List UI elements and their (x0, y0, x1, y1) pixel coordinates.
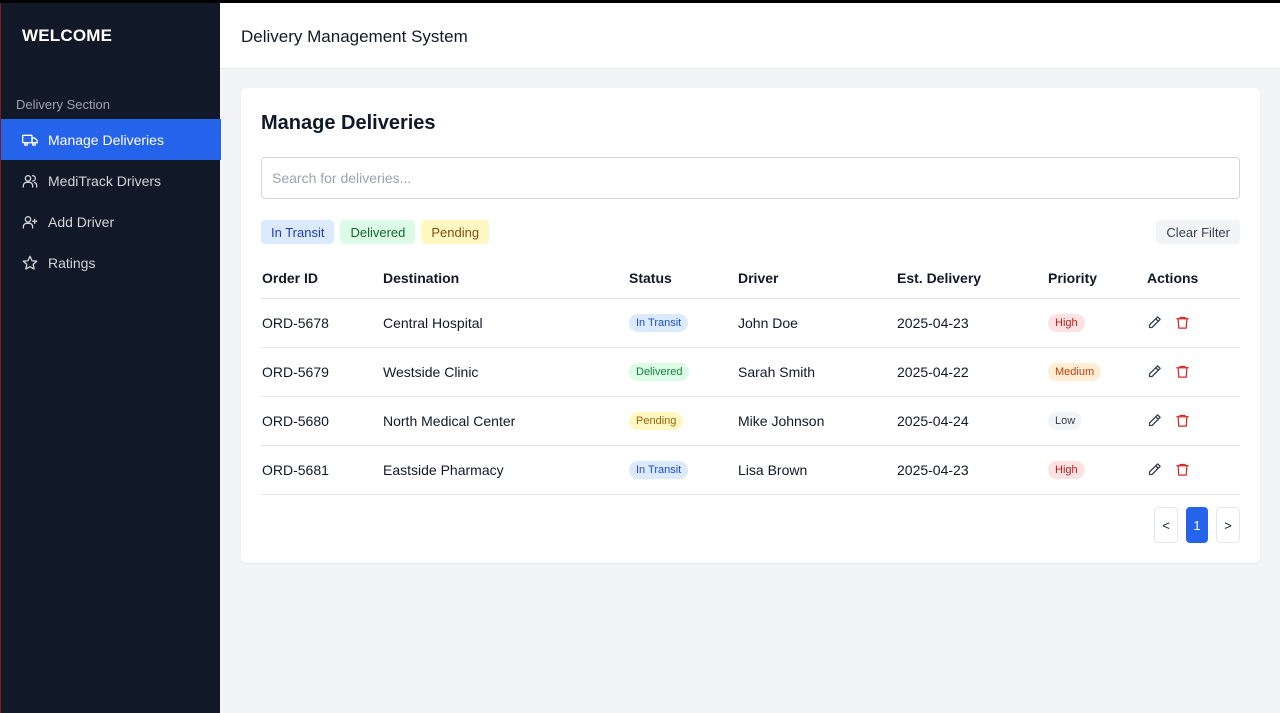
status-badge: Delivered (629, 363, 690, 381)
destination-cell: Westside Clinic (382, 347, 628, 397)
driver-cell: John Doe (737, 298, 896, 348)
est-delivery-cell: 2025-04-23 (896, 445, 1047, 495)
sidebar-item-ratings[interactable]: Ratings (1, 242, 221, 283)
sidebar-item-label: MediTrack Drivers (48, 172, 162, 189)
destination-cell: North Medical Center (382, 396, 628, 446)
order-id-cell: ORD-5678 (261, 298, 382, 348)
sidebar-item-add-driver[interactable]: Add Driver (1, 201, 221, 242)
trash-icon[interactable] (1175, 413, 1191, 429)
sidebar-item-label: Manage Deliveries (48, 131, 164, 148)
status-badge: Pending (629, 412, 684, 430)
est-delivery-cell: 2025-04-22 (896, 347, 1047, 397)
driver-cell: Lisa Brown (737, 445, 896, 495)
driver-cell: Sarah Smith (737, 347, 896, 397)
deliveries-table: Order ID Destination Status Driver Est. … (261, 258, 1240, 495)
order-id-cell: ORD-5681 (261, 445, 382, 495)
search-input[interactable] (261, 157, 1240, 199)
trash-icon[interactable] (1175, 364, 1191, 380)
brand-title: WELCOME (22, 26, 113, 45)
column-header-driver[interactable]: Driver (737, 258, 896, 299)
table-header-row: Order ID Destination Status Driver Est. … (261, 258, 1240, 299)
column-header-status[interactable]: Status (628, 258, 737, 299)
priority-badge: High (1048, 314, 1085, 332)
destination-cell: Eastside Pharmacy (382, 445, 628, 495)
page-title: Manage Deliveries (261, 112, 436, 134)
trash-icon[interactable] (1175, 315, 1191, 331)
driver-cell: Mike Johnson (737, 396, 896, 446)
edit-icon[interactable] (1147, 364, 1163, 380)
table-row: ORD-5680 North Medical Center Pending Mi… (261, 396, 1240, 446)
user-plus-icon (22, 214, 38, 230)
edit-icon[interactable] (1147, 315, 1163, 331)
est-delivery-cell: 2025-04-24 (896, 396, 1047, 446)
manage-deliveries-card: Manage Deliveries In Transit Delivered P… (241, 88, 1260, 563)
destination-cell: Central Hospital (382, 298, 628, 348)
next-page-button[interactable]: > (1216, 507, 1240, 543)
table-row: ORD-5681 Eastside Pharmacy In Transit Li… (261, 445, 1240, 495)
priority-badge: Low (1048, 412, 1083, 430)
top-border (0, 0, 1280, 3)
filter-delivered[interactable]: Delivered (340, 220, 416, 244)
sidebar-item-label: Add Driver (48, 213, 115, 230)
sidebar-section-label: Delivery Section (16, 97, 110, 112)
pagination: < 1 > (1154, 507, 1240, 543)
users-icon (22, 173, 38, 189)
truck-icon (22, 132, 38, 148)
star-icon (22, 255, 38, 271)
page-header-title: Delivery Management System (241, 27, 468, 46)
sidebar-nav: Manage Deliveries MediTrack Drivers Add … (1, 119, 221, 283)
filter-in-transit[interactable]: In Transit (261, 220, 335, 244)
status-filters: In Transit Delivered Pending (261, 220, 490, 244)
top-header: Delivery Management System (220, 3, 1280, 69)
table-row: ORD-5679 Westside Clinic Delivered Sarah… (261, 347, 1240, 397)
sidebar-item-meditrack-drivers[interactable]: MediTrack Drivers (1, 160, 221, 201)
sidebar: WELCOME Delivery Section Manage Deliveri… (0, 0, 221, 713)
column-header-order-id[interactable]: Order ID (261, 258, 382, 299)
priority-badge: Medium (1048, 363, 1102, 381)
sidebar-item-manage-deliveries[interactable]: Manage Deliveries (1, 119, 221, 160)
edit-icon[interactable] (1147, 462, 1163, 478)
table-row: ORD-5678 Central Hospital In Transit Joh… (261, 298, 1240, 348)
status-badge: In Transit (629, 461, 689, 479)
column-header-actions: Actions (1146, 258, 1240, 299)
order-id-cell: ORD-5679 (261, 347, 382, 397)
sidebar-item-label: Ratings (48, 254, 96, 271)
page-1-button[interactable]: 1 (1186, 507, 1208, 543)
column-header-destination[interactable]: Destination (382, 258, 628, 299)
edit-icon[interactable] (1147, 413, 1163, 429)
clear-filter-button[interactable]: Clear Filter (1156, 220, 1240, 244)
priority-badge: High (1048, 461, 1085, 479)
column-header-priority[interactable]: Priority (1047, 258, 1146, 299)
trash-icon[interactable] (1175, 462, 1191, 478)
filter-pending[interactable]: Pending (421, 220, 490, 244)
column-header-est-delivery[interactable]: Est. Delivery (896, 258, 1047, 299)
est-delivery-cell: 2025-04-23 (896, 298, 1047, 348)
status-badge: In Transit (629, 314, 689, 332)
order-id-cell: ORD-5680 (261, 396, 382, 446)
prev-page-button[interactable]: < (1154, 507, 1178, 543)
